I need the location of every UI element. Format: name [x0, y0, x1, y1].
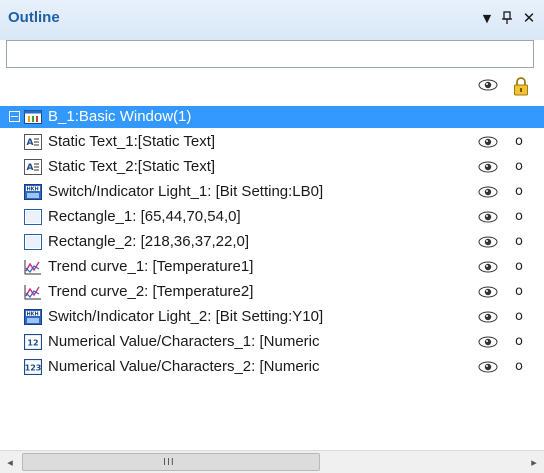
tree-item-label: Switch/Indicator Light_1: [Bit Setting:L…	[48, 183, 324, 200]
tree-item-label: Trend curve_2: [Temperature2]	[48, 283, 254, 300]
eye-icon[interactable]	[478, 135, 498, 153]
static-text-icon: A	[24, 134, 42, 150]
lock-toggle[interactable]: o	[515, 359, 523, 374]
switch-icon: HKH	[24, 309, 42, 325]
pin-icon[interactable]	[498, 8, 516, 28]
rectangle-icon	[24, 209, 42, 225]
lock-toggle[interactable]: o	[515, 159, 523, 174]
lock-toggle[interactable]: o	[515, 209, 523, 224]
tree-item-label: Static Text_1:[Static Text]	[48, 133, 216, 150]
tree-item-label: Numerical Value/Characters_1: [Numeric	[48, 333, 320, 350]
tree-item-row[interactable]: HKH Switch/Indicator Light_1: [Bit Settin…	[0, 181, 544, 203]
eye-icon[interactable]	[478, 210, 498, 228]
scroll-thumb[interactable]: III	[22, 453, 320, 471]
outline-panel: Outline ▼ ✕ B_1:Basic Window(1) A Static …	[0, 0, 544, 473]
eye-icon[interactable]	[478, 360, 498, 378]
eye-icon[interactable]	[478, 285, 498, 303]
eye-icon[interactable]	[478, 160, 498, 178]
horizontal-scrollbar[interactable]: ◂ III ▸	[0, 450, 544, 473]
svg-text:HKH: HKH	[27, 187, 39, 193]
tree-root-label: B_1:Basic Window(1)	[48, 108, 192, 125]
tree-item-row[interactable]: Trend curve_1: [Temperature1] o	[0, 256, 544, 278]
svg-text:A: A	[27, 138, 34, 148]
collapse-icon[interactable]	[9, 111, 20, 122]
tree-item-row[interactable]: 123 Numerical Value/Characters_2: [Numeri…	[0, 356, 544, 378]
tree-item-row[interactable]: Rectangle_2: [218,36,37,22,0] o	[0, 231, 544, 253]
lock-toggle[interactable]: o	[515, 259, 523, 274]
scroll-left-icon[interactable]: ◂	[0, 451, 20, 473]
eye-icon[interactable]	[478, 185, 498, 203]
tree-item-row[interactable]: 12 Numerical Value/Characters_1: [Numeric…	[0, 331, 544, 353]
column-header	[0, 76, 544, 102]
tree-item-label: Switch/Indicator Light_2: [Bit Setting:Y…	[48, 308, 324, 325]
panel-title: Outline	[8, 9, 60, 26]
tree-item-row[interactable]: HKH Switch/Indicator Light_2: [Bit Settin…	[0, 306, 544, 328]
eye-icon[interactable]	[478, 235, 498, 253]
switch-icon: HKH	[24, 184, 42, 200]
tree-item-label: Static Text_2:[Static Text]	[48, 158, 216, 175]
tree-item-row[interactable]: Rectangle_1: [65,44,70,54,0] o	[0, 206, 544, 228]
lock-toggle[interactable]: o	[515, 284, 523, 299]
eye-icon[interactable]	[478, 335, 498, 353]
tree-item-row[interactable]: Trend curve_2: [Temperature2] o	[0, 281, 544, 303]
tree-item-label: Rectangle_1: [65,44,70,54,0]	[48, 208, 241, 225]
tree-root-row[interactable]: B_1:Basic Window(1)	[0, 106, 544, 128]
tree-item-label: Trend curve_1: [Temperature1]	[48, 258, 254, 275]
static-text-icon: A	[24, 159, 42, 175]
window-icon	[24, 110, 42, 126]
numeric-123-icon: 123	[23, 358, 43, 376]
search-input[interactable]	[6, 40, 534, 68]
grip-icon: III	[163, 457, 175, 468]
eye-icon[interactable]	[478, 78, 498, 96]
svg-text:123: 123	[25, 364, 42, 373]
rectangle-icon	[24, 234, 42, 250]
numeric-12-icon: 12	[23, 333, 43, 351]
trend-icon	[24, 284, 42, 300]
panel-title-bar: Outline ▼ ✕	[0, 0, 544, 40]
lock-toggle[interactable]: o	[515, 309, 523, 324]
eye-icon[interactable]	[478, 310, 498, 328]
tree-item-row[interactable]: A Static Text_2:[Static Text] o	[0, 156, 544, 178]
svg-text:12: 12	[27, 339, 38, 348]
svg-text:A: A	[27, 163, 34, 173]
lock-toggle[interactable]: o	[515, 184, 523, 199]
lock-toggle[interactable]: o	[515, 134, 523, 149]
scroll-right-icon[interactable]: ▸	[524, 451, 544, 473]
trend-icon	[24, 259, 42, 275]
dropdown-icon[interactable]: ▼	[478, 8, 496, 28]
lock-icon[interactable]	[512, 76, 530, 100]
lock-toggle[interactable]: o	[515, 234, 523, 249]
close-icon[interactable]: ✕	[520, 8, 538, 28]
svg-text:HKH: HKH	[27, 312, 39, 318]
lock-toggle[interactable]: o	[515, 334, 523, 349]
tree-item-row[interactable]: A Static Text_1:[Static Text] o	[0, 131, 544, 153]
tree-item-label: Numerical Value/Characters_2: [Numeric	[48, 358, 320, 375]
tree-item-label: Rectangle_2: [218,36,37,22,0]	[48, 233, 249, 250]
eye-icon[interactable]	[478, 260, 498, 278]
